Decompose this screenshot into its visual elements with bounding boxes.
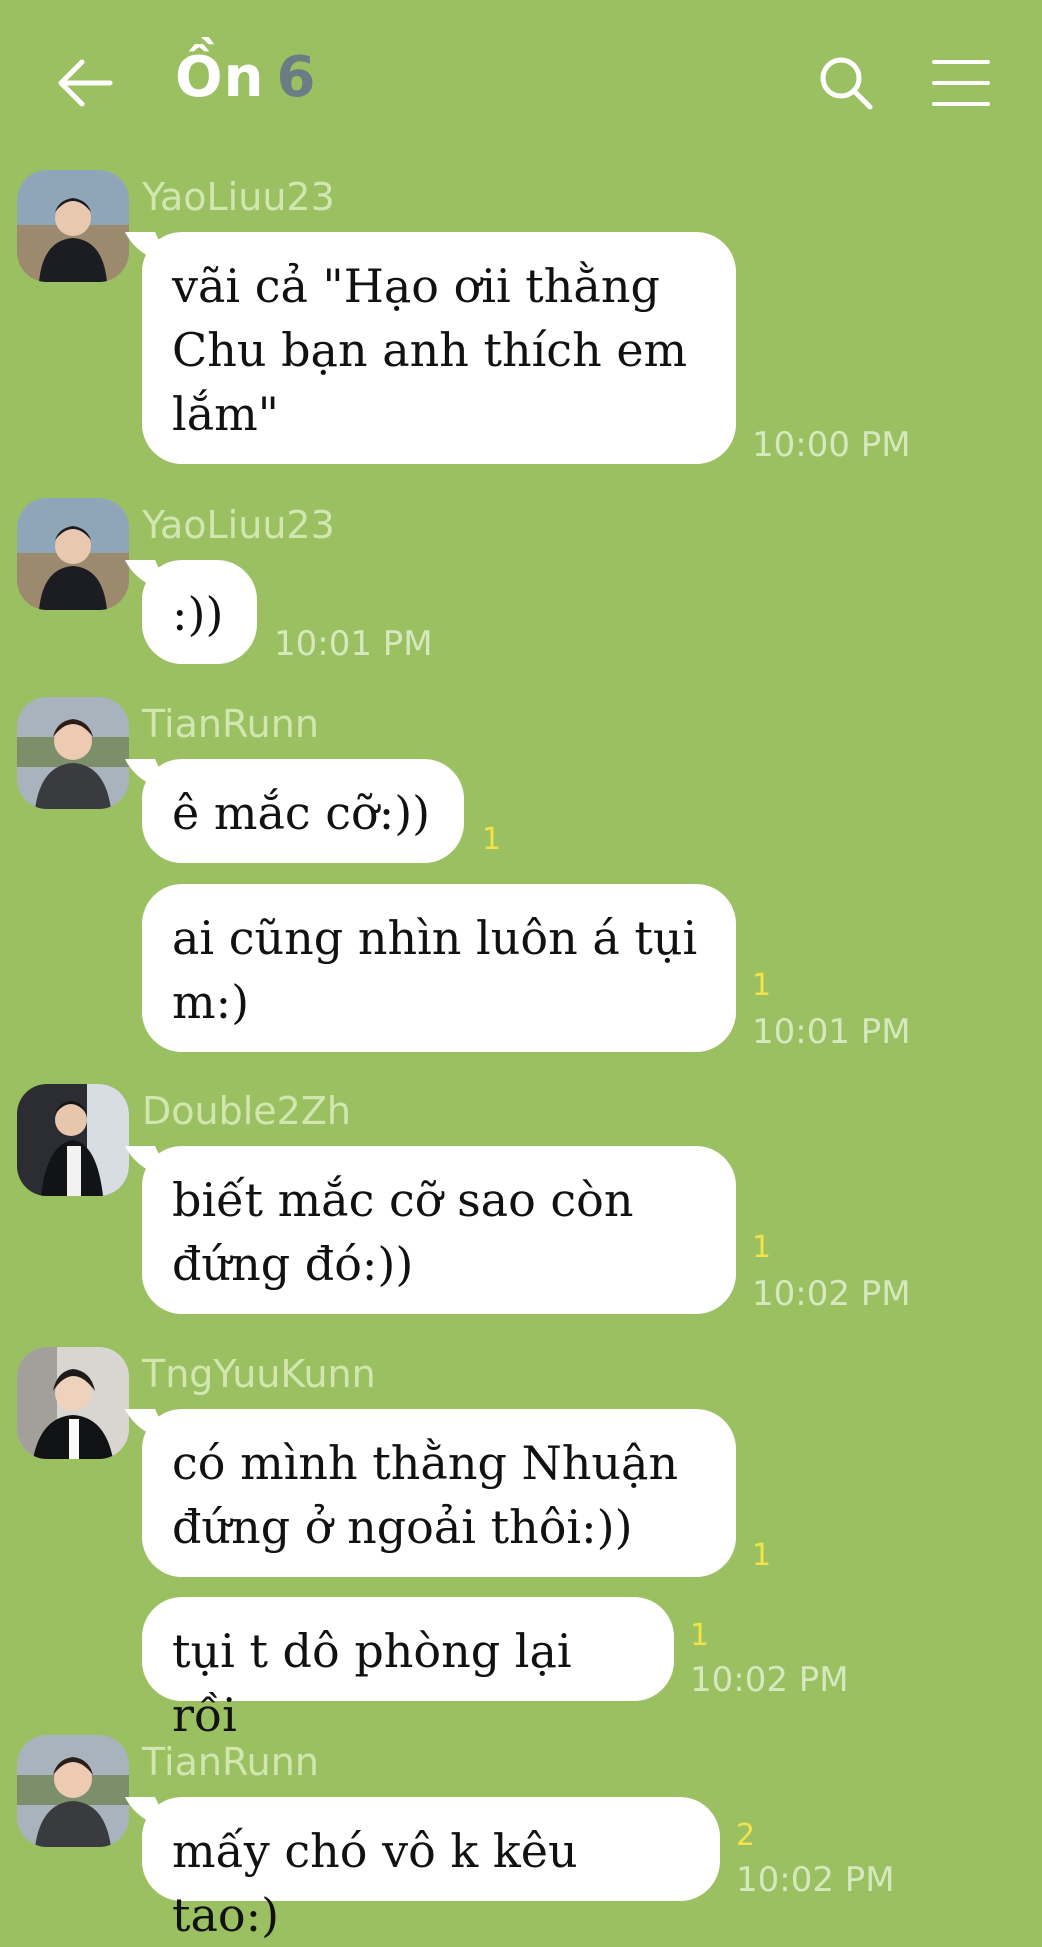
read-count: 1 <box>752 968 772 1003</box>
message-bubble[interactable]: :)) <box>142 560 257 664</box>
message-bubble[interactable]: tụi t dô phòng lại rồi <box>142 1597 674 1742</box>
message-bubble[interactable]: mấy chó vô k kêu tao:) <box>142 1797 720 1942</box>
avatar-photo <box>17 498 129 610</box>
read-count: 1 <box>752 1538 772 1573</box>
message-text: ai cũng nhìn luôn á tụi m:) <box>172 911 698 1029</box>
sender-name: YaoLiuu23 <box>142 503 335 547</box>
read-count: 1 <box>482 822 502 857</box>
message-text: ê mắc cỡ:)) <box>172 786 431 840</box>
sender-name: TianRunn <box>142 702 319 746</box>
sender-name: TianRunn <box>142 1740 319 1784</box>
menu-button[interactable] <box>930 52 992 114</box>
avatar-photo <box>17 697 129 809</box>
member-count: 6 <box>276 45 317 110</box>
search-icon <box>820 57 873 110</box>
message-time: 10:00 PM <box>752 425 911 465</box>
message-bubble[interactable]: có mình thằng Nhuận đứng ở ngoải thôi:)) <box>142 1409 736 1577</box>
message-text: có mình thằng Nhuận đứng ở ngoải thôi:)) <box>172 1436 679 1554</box>
avatar-tianrunn[interactable] <box>17 1735 129 1847</box>
sender-name: TngYuuKunn <box>142 1352 376 1396</box>
message-text: tụi t dô phòng lại rồi <box>172 1624 572 1742</box>
read-count: 1 <box>752 1230 772 1265</box>
message-text: biết mắc cỡ sao còn đứng đó:)) <box>172 1173 634 1291</box>
message-time: 10:02 PM <box>752 1274 911 1314</box>
chat-header: Ồn 6 <box>0 0 1042 165</box>
message-bubble[interactable]: ai cũng nhìn luôn á tụi m:) <box>142 884 736 1052</box>
search-button[interactable] <box>815 52 877 114</box>
read-count: 1 <box>690 1618 710 1653</box>
avatar-yaoliuu23[interactable] <box>17 498 129 610</box>
message-time: 10:01 PM <box>274 624 433 664</box>
message-bubble[interactable]: vãi cả "Hạo ơii thằng Chu bạn anh thích … <box>142 232 736 464</box>
message-text: mấy chó vô k kêu tao:) <box>172 1824 578 1942</box>
avatar-photo <box>17 1347 129 1459</box>
message-text: :)) <box>172 587 224 641</box>
arrow-left-icon <box>58 59 113 107</box>
avatar-tngyuukunn[interactable] <box>17 1347 129 1459</box>
chat-title[interactable]: Ồn 6 <box>175 45 316 110</box>
message-bubble[interactable]: ê mắc cỡ:)) <box>142 759 464 863</box>
avatar-yaoliuu23[interactable] <box>17 170 129 282</box>
avatar-tianrunn[interactable] <box>17 697 129 809</box>
message-bubble[interactable]: biết mắc cỡ sao còn đứng đó:)) <box>142 1146 736 1314</box>
message-time: 10:01 PM <box>752 1012 911 1052</box>
message-text: vãi cả "Hạo ơii thằng Chu bạn anh thích … <box>172 259 688 441</box>
read-count: 2 <box>736 1818 756 1853</box>
sender-name: YaoLiuu23 <box>142 175 335 219</box>
avatar-photo <box>17 1084 129 1196</box>
avatar-double2zh[interactable] <box>17 1084 129 1196</box>
avatar-photo <box>17 1735 129 1847</box>
hamburger-menu-icon <box>932 60 990 106</box>
group-name: Ồn <box>175 45 265 110</box>
back-button[interactable] <box>52 50 118 116</box>
sender-name: Double2Zh <box>142 1089 351 1133</box>
message-time: 10:02 PM <box>736 1860 895 1900</box>
message-time: 10:02 PM <box>690 1660 849 1700</box>
avatar-photo <box>17 170 129 282</box>
